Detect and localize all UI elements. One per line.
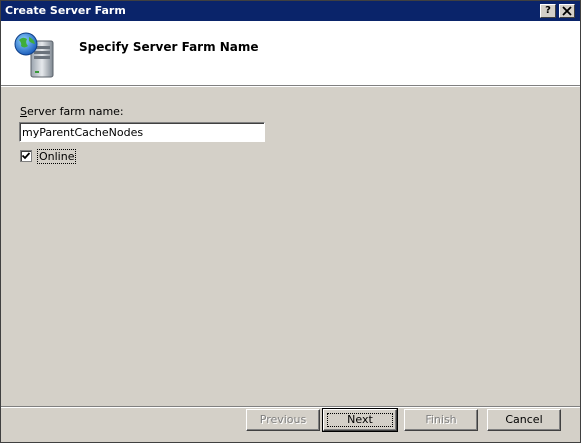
title-bar[interactable]: Create Server Farm ? <box>1 1 580 21</box>
next-button[interactable]: Next <box>322 408 398 432</box>
help-button[interactable]: ? <box>540 4 556 18</box>
close-button[interactable] <box>559 4 575 18</box>
checkmark-icon <box>21 152 31 160</box>
footer-divider <box>1 406 580 408</box>
server-farm-name-input[interactable] <box>19 122 265 142</box>
cancel-button[interactable]: Cancel <box>487 409 561 431</box>
window-title: Create Server Farm <box>5 4 126 17</box>
finish-button[interactable]: Finish <box>404 409 478 431</box>
page-title: Specify Server Farm Name <box>79 40 259 54</box>
wizard-header: Specify Server Farm Name <box>1 21 580 86</box>
previous-button[interactable]: Previous <box>246 409 320 431</box>
online-label[interactable]: Online <box>37 149 77 164</box>
header-divider <box>1 86 580 87</box>
online-checkbox[interactable] <box>20 150 32 162</box>
next-button-label: Next <box>347 413 373 426</box>
previous-button-label: Previous <box>259 413 307 426</box>
close-icon <box>562 6 572 16</box>
server-farm-name-label: Server farm name: <box>20 105 124 118</box>
create-server-farm-dialog: Create Server Farm ? Specify Server Farm… <box>0 0 581 443</box>
finish-button-label: Finish <box>425 413 457 426</box>
cancel-button-label: Cancel <box>505 413 543 426</box>
server-globe-icon <box>13 31 59 79</box>
